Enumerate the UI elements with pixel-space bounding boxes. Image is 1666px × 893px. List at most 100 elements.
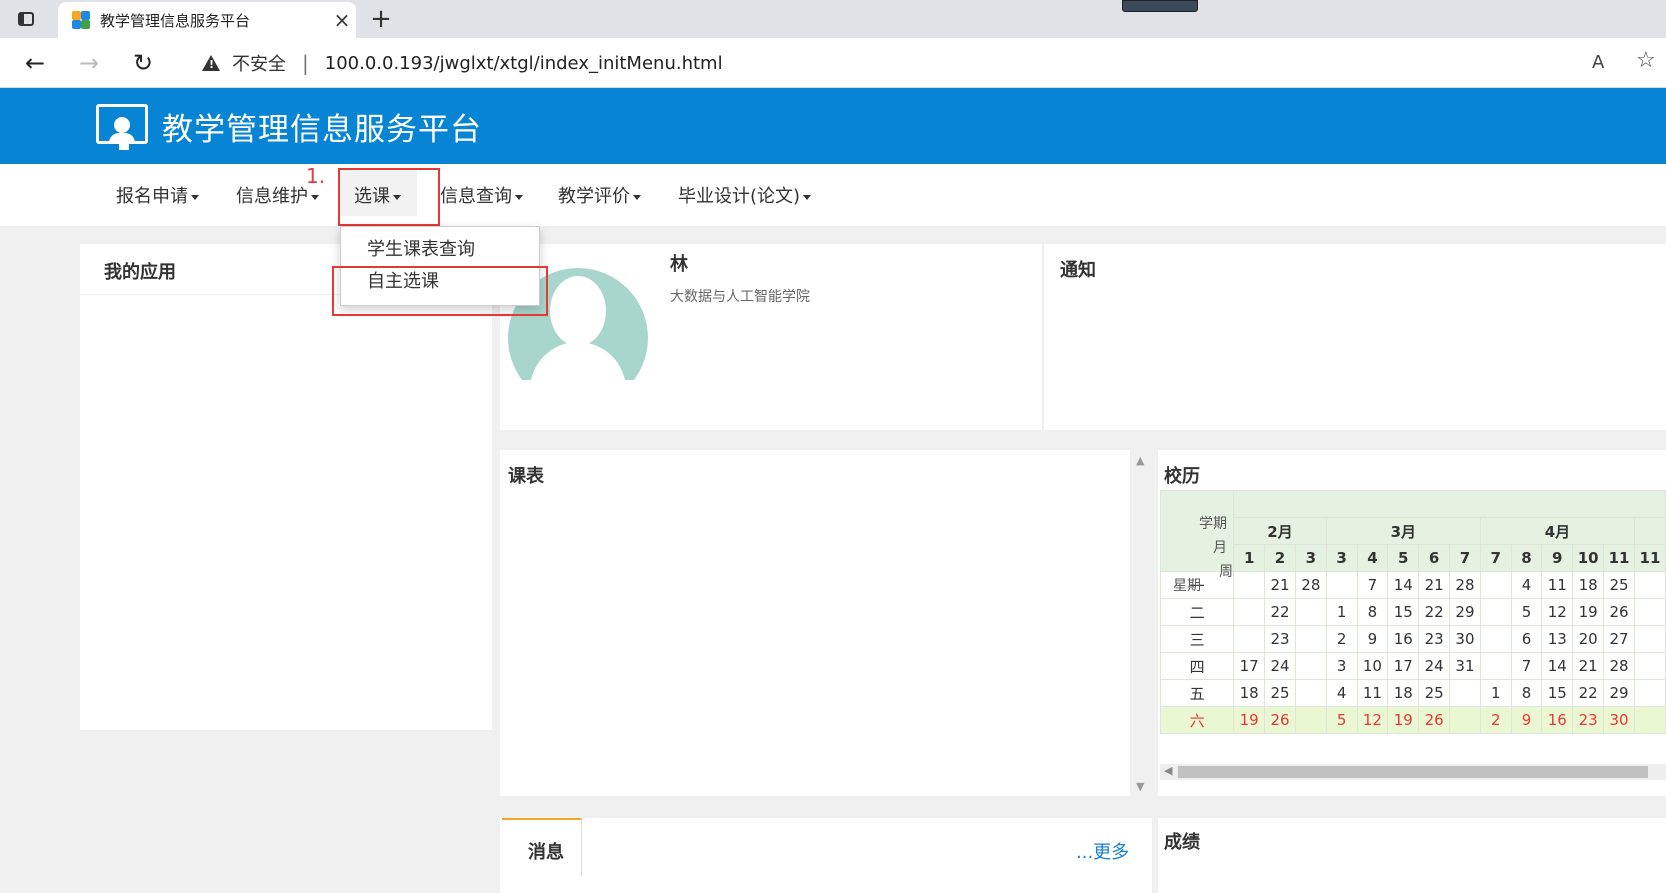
calendar-date-cell: 26 (1264, 706, 1296, 734)
calendar-month-cell: 3月 (1325, 517, 1481, 545)
calendar-date-cell: 12 (1356, 706, 1389, 734)
url-text[interactable]: 100.0.0.193/jwglxt/xtgl/index_initMenu.h… (325, 53, 723, 74)
nav-item-teaching-evaluation[interactable]: 教学评价 (558, 182, 641, 208)
calendar-week-cell: 3 (1294, 544, 1327, 572)
calendar-date-cell: 28 (1603, 652, 1635, 680)
menu-item-student-schedule[interactable]: 学生课表查询 (341, 235, 539, 265)
calendar-week-cell: 7 (1449, 544, 1481, 572)
favorite-star-icon[interactable]: ☆ (1636, 48, 1656, 73)
calendar-date-cell: 8 (1356, 598, 1389, 626)
calendar-date-cell: 14 (1541, 652, 1574, 680)
calendar-date-cell: 24 (1418, 652, 1451, 680)
calendar-date-cell: 10 (1356, 652, 1389, 680)
scroll-down-icon[interactable]: ▼ (1136, 780, 1144, 793)
calendar-date-cell: 25 (1264, 679, 1296, 707)
calendar-month-cell: 4月 (1479, 517, 1635, 545)
calendar-date-cell: 16 (1541, 706, 1574, 734)
main-nav: 报名申请 信息维护 选课 信息查询 教学评价 毕业设计(论文) (0, 164, 1666, 226)
calendar-date-cell (1294, 652, 1327, 680)
calendar-date-cell: 22 (1264, 598, 1296, 626)
calendar-scrollbar[interactable]: ◀ (1160, 764, 1666, 780)
calendar-date-cell: 15 (1541, 679, 1574, 707)
user-department: 大数据与人工智能学院 (670, 289, 810, 305)
calendar-date-cell: 16 (1387, 625, 1420, 653)
more-link[interactable]: ...更多 (1076, 838, 1129, 864)
calendar-date-cell: 25 (1418, 679, 1451, 707)
scroll-left-icon[interactable]: ◀ (1164, 764, 1172, 777)
calendar-week-cell: 9 (1541, 544, 1574, 572)
calendar-date-cell: 3 (1325, 652, 1358, 680)
nav-item-info-query[interactable]: 信息查询 (440, 182, 523, 208)
security-label[interactable]: 不安全 (232, 50, 286, 76)
calendar-date-cell: 6 (1510, 625, 1543, 653)
notice-title: 通知 (1060, 260, 1096, 281)
calendar-date-cell: 27 (1603, 625, 1635, 653)
calendar-weekday-cell: 四 (1160, 652, 1235, 680)
calendar-week-cell: 1 (1233, 544, 1266, 572)
calendar-weekday-cell: 六 (1160, 706, 1235, 734)
calendar-date-cell (1449, 679, 1481, 707)
reload-button[interactable]: ↻ (128, 48, 158, 78)
calendar-date-cell (1294, 706, 1327, 734)
tab-close-icon[interactable]: × (328, 8, 356, 32)
new-tab-button[interactable]: + (366, 4, 396, 34)
scrollbar-thumb[interactable] (1178, 766, 1648, 778)
grades-panel: 成绩 (1158, 818, 1666, 893)
grades-title: 成绩 (1164, 832, 1200, 853)
calendar-date-cell: 23 (1264, 625, 1296, 653)
calendar-date-cell (1233, 598, 1266, 626)
calendar-date-cell (1479, 571, 1512, 599)
caret-down-icon (191, 194, 199, 200)
calendar-month-cell (1633, 517, 1666, 545)
calendar-date-cell: 22 (1572, 679, 1605, 707)
calendar-date-cell: 7 (1356, 571, 1389, 599)
calendar-corner: 学期 月 周 星期 (1160, 490, 1235, 594)
calendar-day-row: 二 22 1 8 15 22 29 5 12 19 26 (1160, 598, 1666, 626)
calendar-date-cell: 18 (1387, 679, 1420, 707)
url-separator: | (302, 51, 309, 75)
calendar-weekday-cell: 五 (1160, 679, 1235, 707)
calendar-date-cell (1633, 598, 1666, 626)
calendar-date-cell: 8 (1510, 679, 1543, 707)
read-aloud-icon[interactable]: A (1592, 52, 1604, 73)
address-bar: ← → ↻ 不安全 | 100.0.0.193/jwglxt/xtgl/inde… (0, 38, 1666, 88)
calendar-week-cell: 5 (1387, 544, 1420, 572)
calendar-date-cell (1633, 571, 1666, 599)
site-favicon-icon (72, 11, 90, 29)
calendar-week-cell: 4 (1356, 544, 1389, 572)
calendar-date-cell: 29 (1449, 598, 1481, 626)
notice-panel: 通知 (1044, 244, 1666, 430)
calendar-date-cell (1294, 625, 1327, 653)
calendar-day-row: 三 23 2 9 16 23 30 6 13 20 27 (1160, 625, 1666, 653)
tab-messages[interactable]: 消息 (502, 818, 582, 876)
calendar-date-cell (1233, 625, 1266, 653)
calendar-table: 学期 月 周 星期 2月 3月 4月 1 2 3 3 4 5 6 7 7 8 9 10 11 11 一 21 28… (1160, 490, 1666, 734)
calendar-date-cell: 14 (1387, 571, 1420, 599)
calendar-date-cell (1633, 652, 1666, 680)
calendar-date-cell (1479, 625, 1512, 653)
user-name: 林 (670, 254, 688, 275)
browser-tab[interactable]: 教学管理信息服务平台 × (58, 2, 356, 38)
url-input[interactable]: 不安全 | 100.0.0.193/jwglxt/xtgl/index_init… (180, 44, 1600, 82)
calendar-date-cell: 23 (1418, 625, 1451, 653)
calendar-day-row: 一 21 28 7 14 21 28 4 11 18 25 (1160, 571, 1666, 599)
calendar-date-cell: 28 (1449, 571, 1481, 599)
step-label: 1. (306, 164, 326, 188)
calendar-date-cell: 7 (1510, 652, 1543, 680)
calendar-week-cell: 10 (1572, 544, 1605, 572)
calendar-date-cell: 28 (1294, 571, 1327, 599)
scroll-up-icon[interactable]: ▲ (1136, 454, 1144, 467)
calendar-date-cell (1479, 652, 1512, 680)
calendar-date-cell (1294, 679, 1327, 707)
back-button[interactable]: ← (20, 48, 50, 78)
nav-item-graduation-design[interactable]: 毕业设计(论文) (678, 182, 812, 208)
forward-button[interactable]: → (74, 48, 104, 78)
calendar-week-row: 1 2 3 3 4 5 6 7 7 8 9 10 11 11 (1161, 544, 1666, 572)
warning-icon[interactable] (202, 55, 220, 71)
calendar-date-cell: 15 (1387, 598, 1420, 626)
tab-actions-icon[interactable] (14, 9, 38, 29)
calendar-day-row: 六 19 26 5 12 19 26 2 9 16 23 30 (1160, 706, 1666, 734)
school-calendar: 学期 月 周 星期 2月 3月 4月 1 2 3 3 4 5 6 7 7 8 9 10 11 11 一 21 28… (1160, 490, 1666, 765)
nav-item-registration[interactable]: 报名申请 (116, 182, 199, 208)
highlight-box-self-selection (332, 266, 548, 316)
